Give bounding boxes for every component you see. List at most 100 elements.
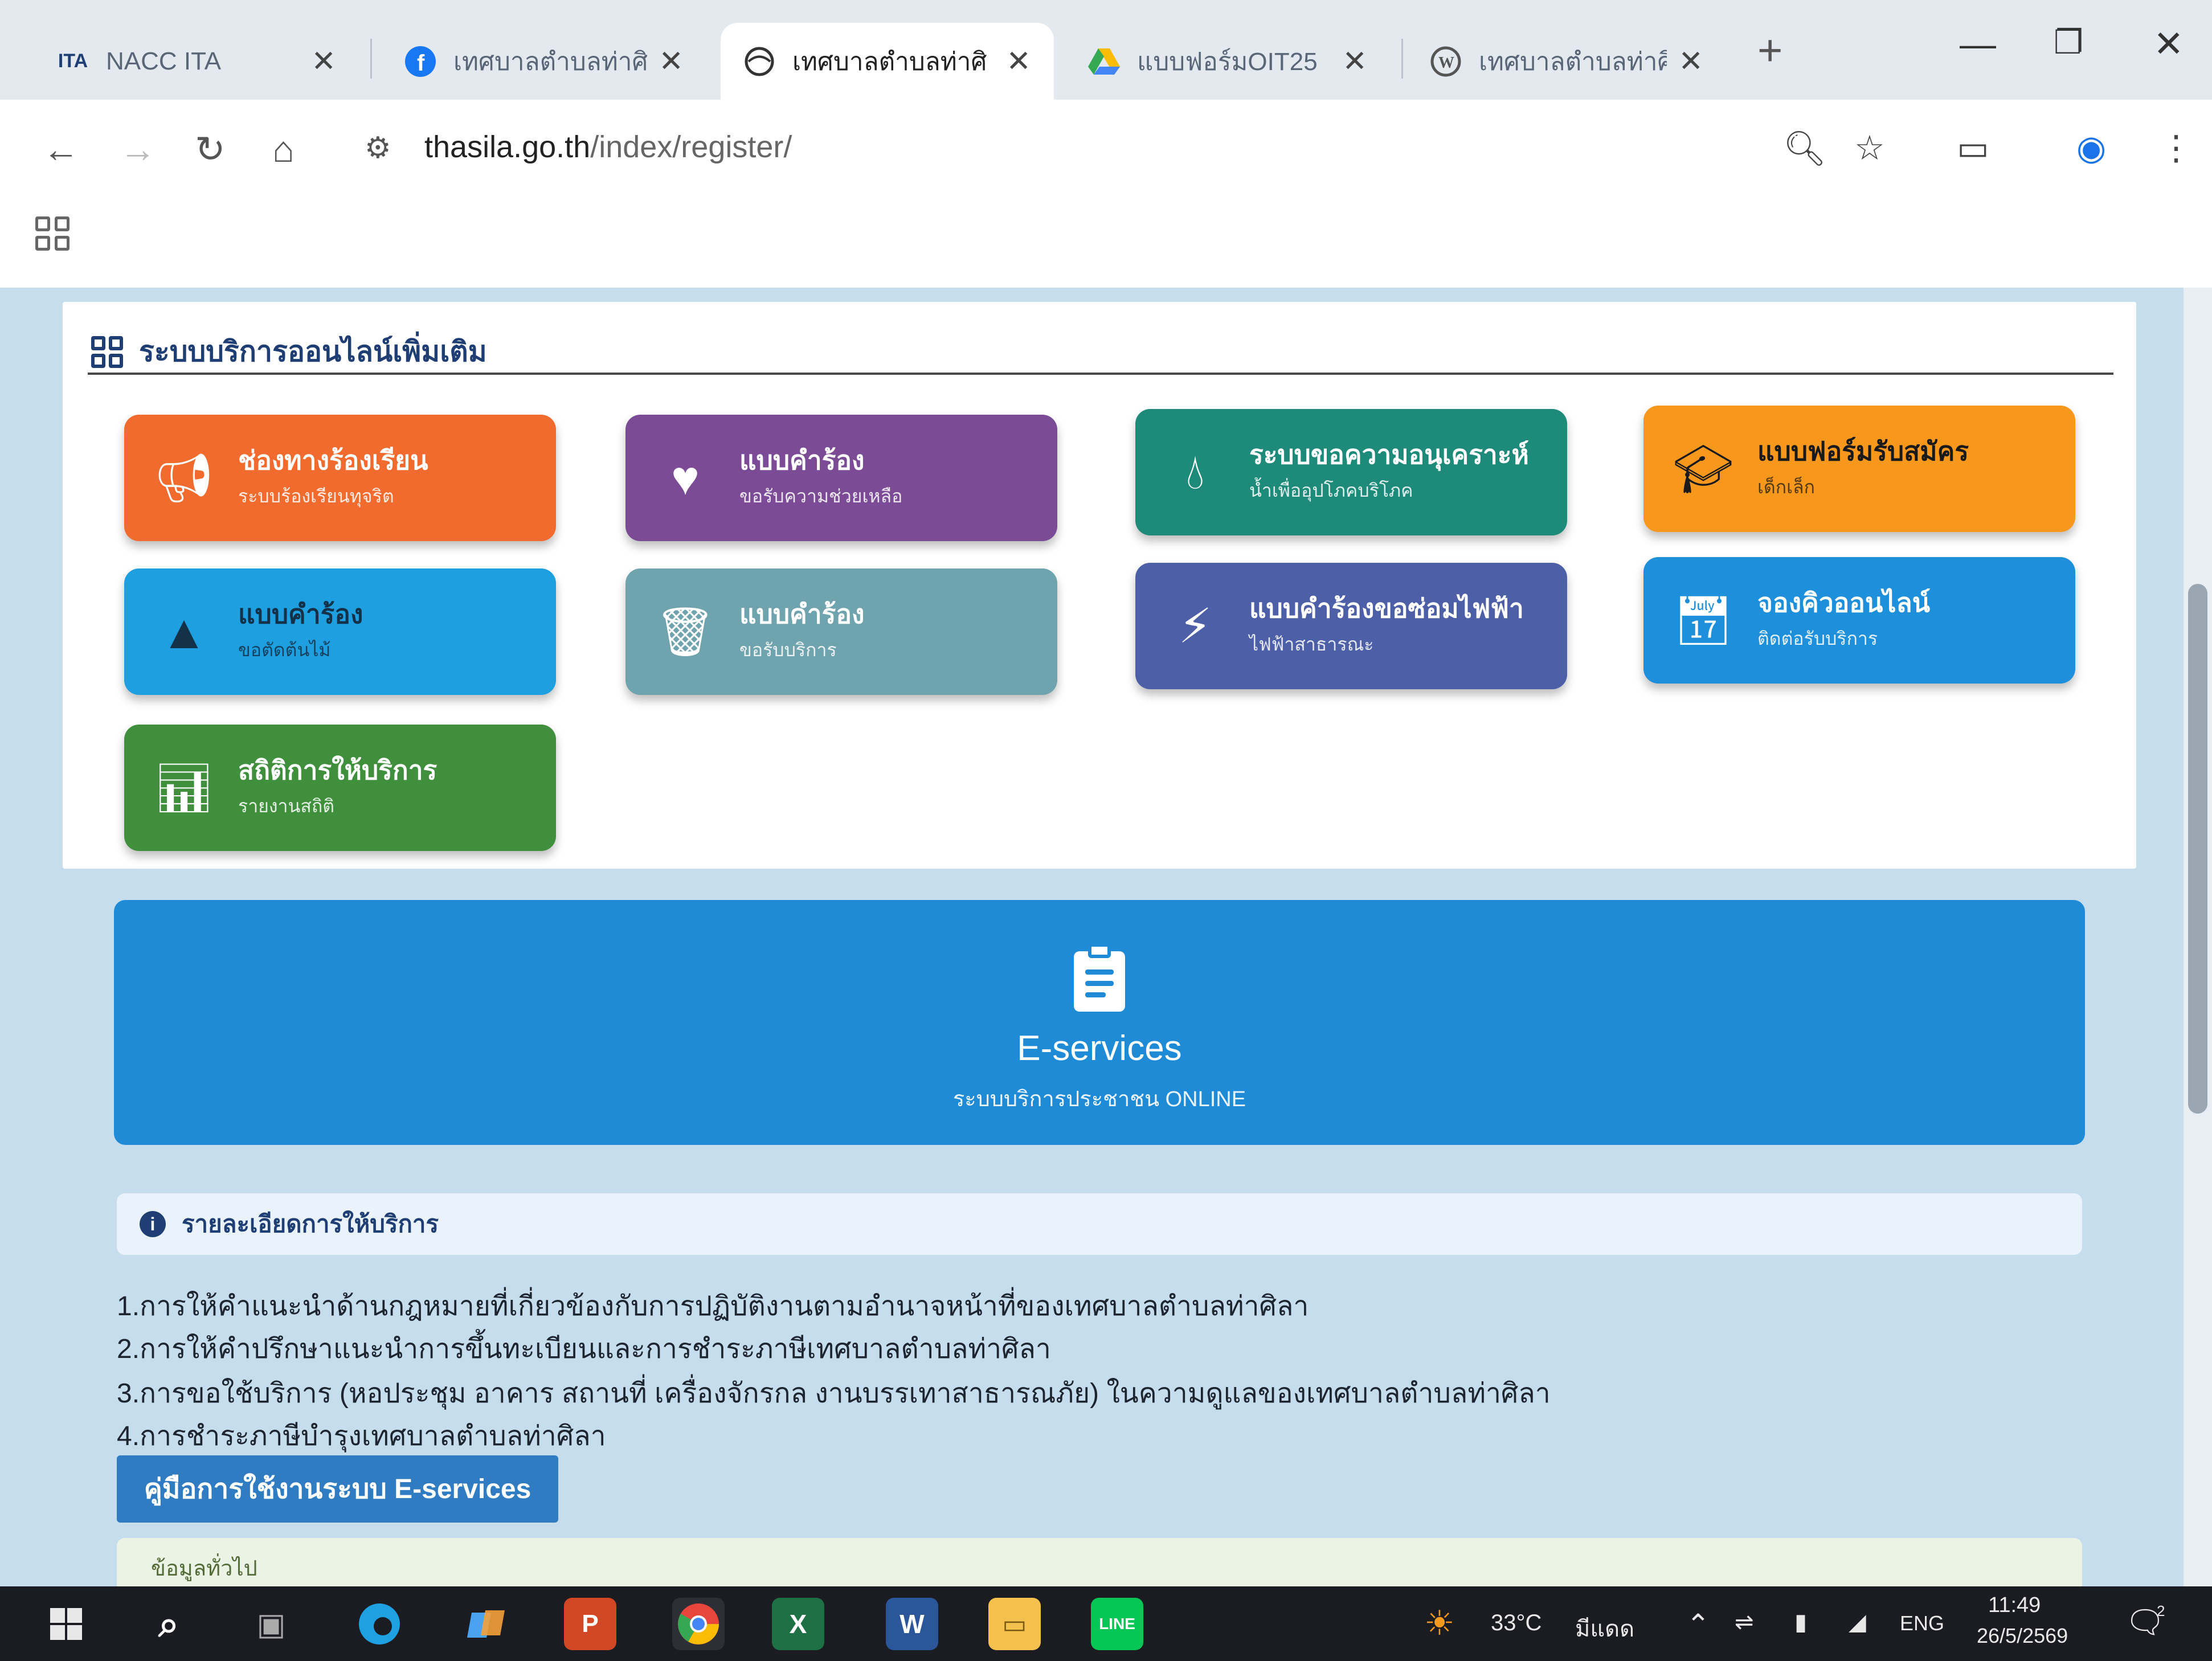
close-window-button[interactable]: ✕ bbox=[2153, 23, 2184, 66]
network-icon[interactable]: ⇌ bbox=[1735, 1609, 1754, 1635]
svg-text:f: f bbox=[417, 51, 425, 76]
forward-icon[interactable]: → bbox=[120, 131, 156, 167]
clock-date[interactable]: 26/5/2569 bbox=[1977, 1624, 2068, 1648]
page-scrollbar[interactable] bbox=[2184, 288, 2212, 1586]
bookmark-star-icon[interactable]: ☆ bbox=[1854, 128, 1885, 168]
eservices-manual-button[interactable]: คู่มือการใช้งานระบบ E-services bbox=[117, 1455, 558, 1523]
water-drop-icon: 💧︎ bbox=[1185, 445, 1205, 498]
detail-item: 2.การให้คำปรึกษาแนะนำการขึ้นทะเบียนและกา… bbox=[117, 1334, 1051, 1364]
word-icon[interactable]: W bbox=[886, 1598, 938, 1650]
close-tab-icon[interactable]: ✕ bbox=[311, 44, 336, 79]
bar-chart-icon: 📊︎ bbox=[153, 760, 215, 815]
windows-taskbar: ⌕ ▣ P X W ▭ LINE ☀ 33°C มีแดด ⌃ ⇌ ▮ ◢ EN… bbox=[0, 1586, 2212, 1661]
svg-text:W: W bbox=[1438, 54, 1454, 72]
volume-icon[interactable]: ◢ bbox=[1849, 1609, 1866, 1635]
profile-icon[interactable]: ◉ bbox=[2076, 128, 2106, 168]
reload-icon[interactable]: ↻ bbox=[195, 131, 226, 167]
back-icon[interactable]: ← bbox=[43, 131, 79, 167]
address-bar[interactable]: thasila.go.th/index/register/ bbox=[424, 129, 792, 165]
online-services-title: ระบบบริการออนไลน์เพิ่มเติม bbox=[139, 336, 487, 367]
nacc-logo-icon: ITA bbox=[58, 50, 88, 72]
service-subtitle: รายงานสถิติ bbox=[238, 796, 335, 817]
wordpress-icon: W bbox=[1430, 46, 1462, 77]
service-title: จองคิวออนไลน์ bbox=[1757, 587, 1931, 617]
service-title: ระบบขอความอนุเคราะห์ bbox=[1249, 439, 1529, 469]
close-tab-icon[interactable]: ✕ bbox=[1006, 44, 1031, 79]
service-subtitle: ขอรับบริการ bbox=[739, 640, 837, 661]
tab-separator bbox=[370, 39, 372, 79]
service-statistics-button[interactable]: 📊︎ สถิติการให้บริการรายงานสถิติ bbox=[124, 725, 556, 851]
language-indicator[interactable]: ENG bbox=[1900, 1611, 1944, 1635]
browser-tab-strip: ITA NACC ITA ✕ f เทศบาลตำบลท่าศิ ✕ เทศบา… bbox=[0, 0, 2212, 100]
trash-bin-icon: 🗑︎ bbox=[655, 604, 716, 658]
tab-title: เทศบาลตำบลท่าศิ bbox=[1479, 47, 1667, 76]
menu-icon[interactable]: ⋮ bbox=[2159, 128, 2193, 168]
water-request-button[interactable]: 💧︎ ระบบขอความอนุเคราะห์น้ำเพื่ออุปโภคบริ… bbox=[1135, 409, 1567, 535]
service-subtitle: ขอรับความช่วยเหลือ bbox=[739, 486, 903, 507]
heading-divider bbox=[88, 373, 2113, 375]
tree-cutting-request-button[interactable]: ▲ แบบคำร้อง ขอตัดต้นไม้ bbox=[124, 568, 556, 695]
apps-grid-icon[interactable] bbox=[35, 216, 69, 251]
windows-start-icon[interactable] bbox=[40, 1598, 92, 1650]
powerpoint-icon[interactable]: P bbox=[564, 1598, 616, 1650]
complaint-channel-button[interactable]: 📢︎ ช่องทางร้องเรียน ระบบร้องเรียนทุจริต bbox=[124, 415, 556, 541]
file-explorer-icon[interactable]: ▭ bbox=[988, 1598, 1041, 1650]
excel-icon[interactable]: X bbox=[772, 1598, 824, 1650]
search-icon[interactable]: ⌕ bbox=[142, 1598, 195, 1650]
online-services-heading: ระบบบริการออนไลน์เพิ่มเติม bbox=[91, 329, 487, 374]
close-tab-icon[interactable]: ✕ bbox=[1342, 44, 1367, 79]
chrome-browser-icon[interactable] bbox=[672, 1598, 725, 1650]
cast-icon[interactable]: ▭ bbox=[1957, 128, 1989, 168]
home-icon[interactable]: ⌂ bbox=[272, 131, 295, 167]
url-domain: thasila.go.th bbox=[424, 130, 591, 164]
tab-separator bbox=[1401, 39, 1403, 79]
tab-thasila-register[interactable]: เทศบาลตำบลท่าศิ ✕ bbox=[721, 23, 1054, 100]
line-app-icon[interactable]: LINE bbox=[1091, 1598, 1143, 1650]
google-drive-icon bbox=[1088, 46, 1120, 77]
task-view-icon[interactable]: ▣ bbox=[245, 1598, 297, 1650]
service-title: สถิติการให้บริการ bbox=[238, 755, 438, 785]
show-hidden-icons[interactable]: ⌃ bbox=[1686, 1608, 1710, 1641]
service-details-title: รายละเอียดการให้บริการ bbox=[182, 1210, 439, 1237]
url-path: /index/register/ bbox=[590, 130, 792, 164]
tab-wordpress[interactable]: W เทศบาลตำบลท่าศิ ✕ bbox=[1407, 23, 1726, 100]
electric-repair-request-button[interactable]: ⚡︎ แบบคำร้องขอซ่อมไฟฟ้า ไฟฟ้าสาธารณะ bbox=[1135, 563, 1567, 689]
restore-button[interactable]: ❐ bbox=[2054, 23, 2083, 62]
tab-nacc-ita[interactable]: ITA NACC ITA ✕ bbox=[34, 23, 359, 100]
service-subtitle: น้ำเพื่ออุปโภคบริโภค bbox=[1249, 480, 1413, 501]
service-title: แบบคำร้อง bbox=[739, 445, 865, 475]
tab-title: NACC ITA bbox=[106, 47, 222, 75]
scrollbar-thumb[interactable] bbox=[2188, 584, 2207, 1114]
battery-icon[interactable]: ▮ bbox=[1794, 1609, 1807, 1635]
enrollment-form-button[interactable]: 🎓︎ แบบฟอร์มรับสมัคร เด็กเล็ก bbox=[1643, 406, 2075, 532]
service-subtitle: ติดต่อรับบริการ bbox=[1757, 628, 1878, 649]
service-title: แบบคำร้อง bbox=[238, 599, 363, 629]
megaphone-icon: 📢︎ bbox=[153, 451, 215, 505]
service-title: แบบฟอร์มรับสมัคร bbox=[1757, 436, 1969, 466]
clock-time[interactable]: 11:49 bbox=[1988, 1593, 2041, 1618]
close-tab-icon[interactable]: ✕ bbox=[1678, 44, 1703, 79]
browser-toolbar: ← → ↻ ⌂ ⚙ thasila.go.th/index/register/ … bbox=[0, 100, 2212, 202]
eservices-title: E-services bbox=[1017, 1029, 1182, 1068]
zoom-icon[interactable]: 🔍︎ bbox=[1783, 128, 1826, 169]
copilot-icon[interactable] bbox=[461, 1598, 514, 1650]
tab-title: แบบฟอร์มOIT25 bbox=[1137, 47, 1318, 76]
close-tab-icon[interactable]: ✕ bbox=[659, 44, 684, 79]
service-subtitle: ระบบร้องเรียนทุจริต bbox=[238, 486, 394, 507]
tab-google-drive-form[interactable]: แบบฟอร์มOIT25 ✕ bbox=[1065, 23, 1390, 100]
weather-sun-icon: ☀ bbox=[1424, 1604, 1455, 1642]
bookmarks-bar bbox=[0, 202, 2212, 288]
weather-condition: มีแดด bbox=[1575, 1617, 1635, 1642]
new-tab-button[interactable]: + bbox=[1757, 26, 1782, 75]
online-queue-button[interactable]: 📅︎ จองคิวออนไลน์ ติดต่อรับบริการ bbox=[1643, 557, 2075, 684]
eservices-banner[interactable]: E-services ระบบบริการประชาชน ONLINE bbox=[114, 900, 2085, 1145]
minimize-button[interactable]: — bbox=[1960, 23, 1996, 65]
hand-heart-icon: ♥ bbox=[671, 451, 700, 505]
general-info-section-header: ข้อมูลทั่วไป bbox=[117, 1538, 2082, 1586]
garbage-service-request-button[interactable]: 🗑︎ แบบคำร้อง ขอรับบริการ bbox=[625, 568, 1057, 695]
site-settings-icon[interactable]: ⚙ bbox=[365, 131, 391, 165]
edge-browser-icon[interactable] bbox=[353, 1598, 406, 1650]
tab-facebook[interactable]: f เทศบาลตำบลท่าศิ ✕ bbox=[382, 23, 706, 100]
assistance-request-button[interactable]: ♥ แบบคำร้องขอรับความช่วยเหลือ bbox=[625, 415, 1057, 541]
tree-icon: ▲ bbox=[160, 604, 208, 658]
